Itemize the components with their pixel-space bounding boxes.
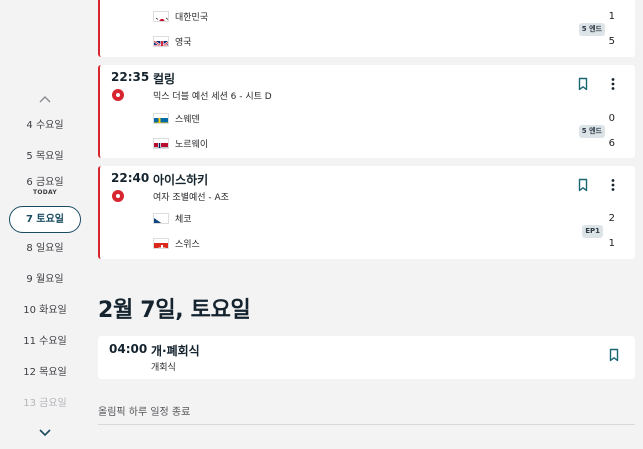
period-badge: 5 엔드: [578, 23, 605, 36]
day-item-5[interactable]: 5 목요일: [0, 151, 90, 163]
team-score: 1: [608, 238, 615, 249]
day-sidebar: 4 수요일 5 목요일 6 금요일 TODAY 7 토요일 8 일요일 9 월요일…: [0, 0, 90, 449]
day-item-8[interactable]: 8 일요일: [0, 243, 90, 255]
team-row: 노르웨이: [153, 137, 209, 150]
team-name: 스위스: [175, 239, 200, 250]
today-label: TODAY: [32, 189, 58, 196]
team-score: 2: [608, 213, 615, 224]
divider: [98, 424, 635, 425]
team-row: 영국: [153, 35, 192, 48]
day-item-9[interactable]: 9 월요일: [0, 274, 90, 286]
event-card-ceremony[interactable]: 04:00 개·폐회식 개회식: [98, 336, 635, 379]
team-row: 스위스: [153, 237, 200, 250]
day-item-10[interactable]: 10 화요일: [0, 305, 90, 317]
korea-flag-icon: [153, 10, 169, 22]
more-options-icon[interactable]: [607, 76, 619, 90]
live-indicator-icon: [112, 89, 124, 101]
sport-name: 컬링: [153, 72, 176, 86]
team-row: 스웨덴: [153, 112, 200, 125]
team-name: 영국: [175, 37, 192, 48]
event-name: 믹스 더블 예선 세션 6 - 시트 D: [153, 92, 272, 102]
team-row: 체코: [153, 212, 192, 225]
team-score: 5: [608, 36, 615, 47]
uk-flag-icon: [153, 35, 169, 47]
period-badge: 5 엔드: [578, 125, 605, 138]
team-name: 대한민국: [175, 12, 209, 23]
live-indicator-icon: [112, 190, 124, 202]
more-options-icon[interactable]: [607, 177, 619, 191]
event-card-curling-swe-nor[interactable]: 22:35 컬링 믹스 더블 예선 세션 6 - 시트 D 스웨덴 0 5 엔드…: [98, 65, 635, 158]
period-badge: EP1: [582, 225, 603, 238]
day-item-7-selected[interactable]: 7 토요일: [9, 206, 81, 233]
sport-name: 아이스하키: [153, 173, 209, 187]
team-score: 0: [608, 113, 615, 124]
event-time: 04:00: [109, 342, 148, 356]
day-item-4[interactable]: 4 수요일: [0, 120, 90, 132]
team-name: 노르웨이: [175, 139, 209, 150]
event-card-curling-kor-gbr[interactable]: 대한민국 1 5 엔드 영국 5: [98, 0, 635, 57]
sweden-flag-icon: [153, 112, 169, 124]
day-item-12[interactable]: 12 목요일: [0, 367, 90, 379]
event-name: 여자 조별예선 - A조: [153, 193, 229, 203]
day-item-11[interactable]: 11 수요일: [0, 336, 90, 348]
scroll-up-chevron-icon[interactable]: [36, 92, 54, 106]
event-time: 22:35: [111, 70, 150, 84]
bookmark-icon[interactable]: [607, 347, 621, 362]
event-name: 개회식: [151, 363, 176, 373]
norway-flag-icon: [153, 137, 169, 149]
event-card-icehockey-cze-sui[interactable]: 22:40 아이스하키 여자 조별예선 - A조 체코 2 EP1 스위스 1: [98, 166, 635, 259]
day-item-13[interactable]: 13 금요일: [0, 398, 90, 410]
date-heading: 2월 7일, 토요일: [98, 298, 251, 323]
bookmark-icon[interactable]: [576, 177, 590, 192]
scroll-down-chevron-icon[interactable]: [36, 426, 54, 440]
team-score: 6: [608, 138, 615, 149]
czech-flag-icon: [153, 212, 169, 224]
sport-name: 개·폐회식: [151, 344, 200, 358]
team-score: 1: [608, 11, 615, 22]
end-of-schedule-text: 올림픽 하루 일정 종료: [98, 407, 191, 418]
team-row: 대한민국: [153, 10, 209, 23]
team-name: 체코: [175, 214, 192, 225]
event-time: 22:40: [111, 171, 150, 185]
bookmark-icon[interactable]: [576, 76, 590, 91]
day-item-6-today[interactable]: 6 금요일 TODAY: [0, 177, 90, 197]
team-name: 스웨덴: [175, 114, 200, 125]
switzerland-flag-icon: [153, 237, 169, 249]
